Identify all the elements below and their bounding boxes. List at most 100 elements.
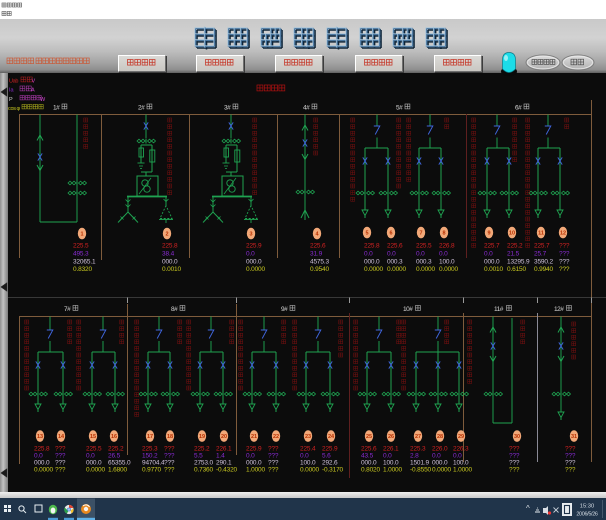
svg-text:225.2: 225.2 (108, 446, 124, 453)
svg-text:???: ??? (509, 467, 520, 474)
svg-text:225.9: 225.9 (322, 446, 338, 453)
svg-text:???: ??? (164, 460, 175, 467)
svg-text:292.6: 292.6 (322, 460, 338, 467)
svg-text:???: ??? (164, 467, 175, 474)
svg-text:13295.9: 13295.9 (507, 259, 530, 266)
svg-text:225.8: 225.8 (364, 243, 380, 250)
svg-text:0.0: 0.0 (387, 251, 396, 258)
svg-text:000.0: 000.0 (484, 259, 500, 266)
svg-text:0.0010: 0.0010 (162, 266, 182, 273)
svg-text:0.0000: 0.0000 (416, 266, 436, 273)
svg-text:1#: 1# (53, 105, 60, 112)
svg-text:???: ??? (268, 467, 279, 474)
svg-text:???: ??? (565, 446, 576, 453)
svg-text:4575.3: 4575.3 (310, 259, 330, 266)
svg-text:0.9540: 0.9540 (310, 266, 330, 273)
svg-text:^: ^ (526, 504, 530, 513)
svg-text:15:30: 15:30 (580, 504, 595, 510)
svg-text:???: ??? (559, 259, 570, 266)
svg-text:000.0: 000.0 (364, 259, 380, 266)
svg-text:31: 31 (571, 434, 577, 440)
svg-text:225.2: 225.2 (507, 243, 523, 250)
svg-text:000.0: 000.0 (34, 460, 50, 467)
svg-text:25: 25 (366, 434, 372, 440)
svg-text:3590.2: 3590.2 (534, 259, 554, 266)
svg-text:9#: 9# (281, 306, 288, 313)
svg-text:000.0: 000.0 (246, 460, 262, 467)
svg-text:4#: 4# (303, 105, 310, 112)
svg-text:???: ??? (164, 446, 175, 453)
svg-text:0.0: 0.0 (300, 453, 309, 460)
svg-text:5#: 5# (396, 105, 403, 112)
svg-text:226.3: 226.3 (453, 446, 469, 453)
svg-text:6#: 6# (515, 105, 522, 112)
svg-text:0.0: 0.0 (383, 453, 392, 460)
svg-text:225.6: 225.6 (361, 446, 377, 453)
svg-text:000.0: 000.0 (162, 259, 178, 266)
svg-text:0.9940: 0.9940 (534, 266, 554, 273)
svg-text:7#: 7# (64, 306, 71, 313)
svg-text:24: 24 (328, 434, 335, 440)
svg-text:65355.0: 65355.0 (108, 460, 131, 467)
svg-text:0.7360: 0.7360 (194, 467, 214, 474)
svg-text:495.3: 495.3 (73, 251, 89, 258)
svg-text:43.5: 43.5 (361, 453, 374, 460)
svg-text:7: 7 (419, 231, 422, 237)
svg-text:1.6800: 1.6800 (108, 467, 128, 474)
svg-text:150.2: 150.2 (142, 453, 158, 460)
svg-text:???: ??? (559, 243, 570, 250)
svg-text:29: 29 (458, 434, 464, 440)
svg-text:3: 3 (249, 232, 252, 238)
svg-text:-0.4320: -0.4320 (216, 467, 238, 474)
svg-text:0.0: 0.0 (86, 453, 95, 460)
svg-text:1.0000: 1.0000 (246, 467, 266, 474)
svg-text:5.6: 5.6 (322, 453, 331, 460)
svg-text:???: ??? (268, 446, 279, 453)
svg-text:225.9: 225.9 (246, 243, 262, 250)
svg-text:0.0: 0.0 (34, 453, 43, 460)
svg-text:???: ??? (559, 251, 570, 258)
svg-text:12: 12 (560, 231, 566, 237)
svg-text:225.8: 225.8 (162, 243, 178, 250)
svg-text:28: 28 (437, 434, 443, 440)
svg-text:8: 8 (442, 231, 445, 237)
svg-text:???: ??? (55, 460, 66, 467)
svg-text:225.5: 225.5 (416, 243, 432, 250)
svg-text:22: 22 (273, 434, 279, 440)
svg-text:???: ??? (55, 467, 66, 474)
svg-text:W: W (40, 97, 46, 103)
svg-text:0.8320: 0.8320 (73, 266, 93, 273)
svg-text:000.3: 000.3 (387, 259, 403, 266)
svg-text:10: 10 (509, 231, 515, 237)
svg-text:225.2: 225.2 (194, 446, 210, 453)
svg-text:???: ??? (268, 453, 279, 460)
svg-text:31.9: 31.9 (310, 251, 323, 258)
svg-text:18: 18 (167, 434, 173, 440)
svg-text:26: 26 (388, 434, 394, 440)
svg-text:A: A (31, 88, 35, 94)
svg-text:20: 20 (221, 434, 227, 440)
svg-text:25.7: 25.7 (534, 251, 547, 258)
svg-text:225.7: 225.7 (534, 243, 550, 250)
svg-text:0.0: 0.0 (484, 251, 493, 258)
svg-text:0.0: 0.0 (246, 251, 255, 258)
svg-text:30: 30 (514, 434, 520, 440)
svg-text:17: 17 (147, 434, 153, 440)
svg-text:19: 19 (199, 434, 205, 440)
svg-text:cos: cos (8, 106, 16, 112)
svg-text:000.0: 000.0 (86, 460, 102, 467)
svg-text:2006/5/26: 2006/5/26 (576, 512, 598, 518)
svg-text:0.8020: 0.8020 (361, 467, 381, 474)
svg-text:15: 15 (90, 434, 96, 440)
svg-text:???: ??? (559, 266, 570, 273)
svg-text:000.0: 000.0 (361, 460, 377, 467)
svg-text:Ia: Ia (9, 88, 15, 94)
svg-text:???: ??? (509, 446, 520, 453)
svg-text:???: ??? (565, 467, 576, 474)
svg-text:226.0: 226.0 (432, 446, 448, 453)
svg-text:226.8: 226.8 (439, 243, 455, 250)
svg-text:100.0: 100.0 (300, 460, 316, 467)
svg-text:0.0000: 0.0000 (364, 266, 384, 273)
svg-text:0.0000: 0.0000 (432, 467, 452, 474)
svg-text:13: 13 (37, 434, 43, 440)
